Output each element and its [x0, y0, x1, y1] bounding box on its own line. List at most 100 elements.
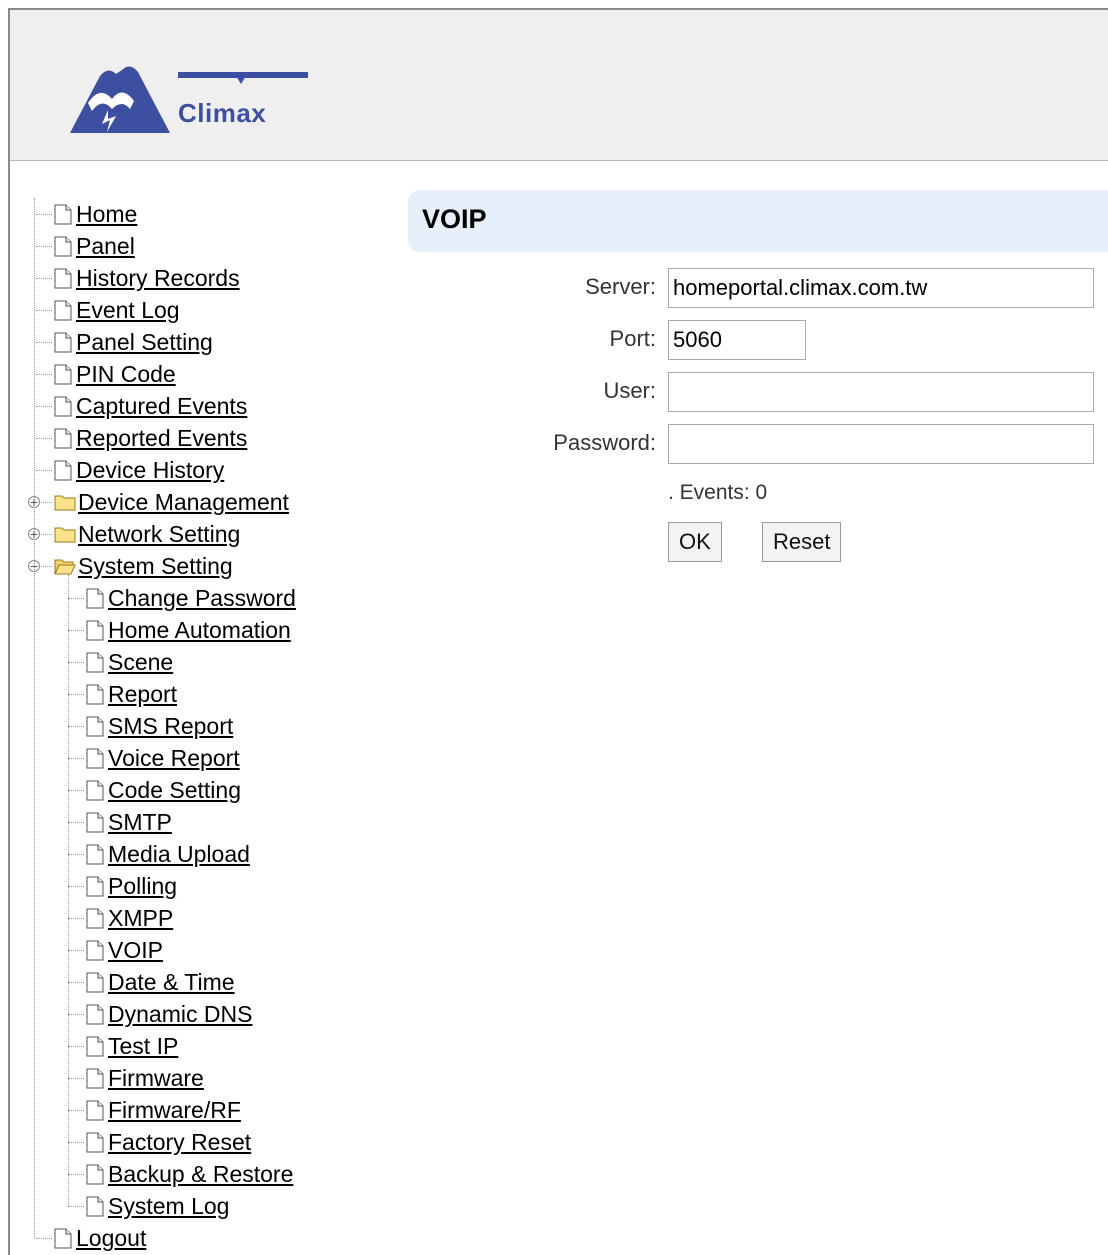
- nav-link[interactable]: PIN Code: [76, 360, 176, 388]
- page-icon: [54, 396, 72, 416]
- tree-connector: [36, 310, 52, 311]
- nav-link[interactable]: Firmware/RF: [108, 1096, 241, 1124]
- nav-item-media-upload[interactable]: Media Upload: [86, 838, 250, 870]
- nav-item-device-history[interactable]: Device History: [54, 454, 224, 486]
- nav-link[interactable]: Date & Time: [108, 968, 235, 996]
- tree-connector: [36, 374, 52, 375]
- tree-connector: [68, 950, 84, 951]
- nav-item-test-ip[interactable]: Test IP: [86, 1030, 178, 1062]
- nav-link[interactable]: Media Upload: [108, 840, 250, 868]
- nav-link[interactable]: System Setting: [78, 552, 233, 580]
- nav-link[interactable]: Dynamic DNS: [108, 1000, 252, 1028]
- nav-item-reported-events[interactable]: Reported Events: [54, 422, 247, 454]
- nav-link[interactable]: Home: [76, 200, 137, 228]
- page-icon: [54, 364, 72, 384]
- nav-link[interactable]: Panel: [76, 232, 135, 260]
- nav-item-home[interactable]: Home: [54, 198, 137, 230]
- tree-connector: [68, 918, 84, 919]
- nav-item-firmware-rf[interactable]: Firmware/RF: [86, 1094, 241, 1126]
- tree-connector: [36, 246, 52, 247]
- nav-link[interactable]: SMS Report: [108, 712, 233, 740]
- nav-item-voip[interactable]: VOIP: [86, 934, 163, 966]
- page-icon: [86, 844, 104, 864]
- nav-link[interactable]: Change Password: [108, 584, 296, 612]
- nav-item-dynamic-dns[interactable]: Dynamic DNS: [86, 998, 252, 1030]
- nav-folder-device-management[interactable]: Device Management: [54, 486, 289, 518]
- nav-link[interactable]: Device History: [76, 456, 224, 484]
- nav-item-factory-reset[interactable]: Factory Reset: [86, 1126, 251, 1158]
- nav-item-report[interactable]: Report: [86, 678, 177, 710]
- nav-link[interactable]: VOIP: [108, 936, 163, 964]
- nav-item-scene[interactable]: Scene: [86, 646, 173, 678]
- nav-link[interactable]: XMPP: [108, 904, 173, 932]
- page-icon: [86, 748, 104, 768]
- nav-link[interactable]: System Log: [108, 1192, 229, 1220]
- tree-connector: [68, 630, 84, 631]
- nav-item-change-password[interactable]: Change Password: [86, 582, 296, 614]
- nav-link[interactable]: Polling: [108, 872, 177, 900]
- tree-connector: [68, 1078, 84, 1079]
- nav-link[interactable]: Factory Reset: [108, 1128, 251, 1156]
- nav-item-logout[interactable]: Logout: [54, 1222, 146, 1254]
- nav-item-history-records[interactable]: History Records: [54, 262, 240, 294]
- page-icon: [54, 1228, 72, 1248]
- nav-link[interactable]: Firmware: [108, 1064, 204, 1092]
- nav-item-backup-restore[interactable]: Backup & Restore: [86, 1158, 293, 1190]
- nav-link[interactable]: Captured Events: [76, 392, 247, 420]
- nav-item-captured-events[interactable]: Captured Events: [54, 390, 247, 422]
- nav-link[interactable]: Report: [108, 680, 177, 708]
- nav-item-firmware[interactable]: Firmware: [86, 1062, 204, 1094]
- nav-link[interactable]: Logout: [76, 1224, 146, 1252]
- nav-link[interactable]: History Records: [76, 264, 240, 292]
- nav-item-code-setting[interactable]: Code Setting: [86, 774, 241, 806]
- page-icon: [86, 1068, 104, 1088]
- port-input[interactable]: [668, 320, 806, 360]
- user-label: User:: [603, 378, 656, 403]
- reset-button[interactable]: Reset: [762, 522, 842, 562]
- password-input[interactable]: [668, 424, 1094, 464]
- ok-button[interactable]: OK: [668, 522, 722, 562]
- nav-item-smtp[interactable]: SMTP: [86, 806, 172, 838]
- server-input[interactable]: [668, 268, 1094, 308]
- nav-link[interactable]: Voice Report: [108, 744, 240, 772]
- nav-item-sms-report[interactable]: SMS Report: [86, 710, 233, 742]
- nav-item-pin-code[interactable]: PIN Code: [54, 358, 176, 390]
- nav-link[interactable]: Code Setting: [108, 776, 241, 804]
- port-label: Port:: [609, 326, 656, 351]
- nav-link[interactable]: Test IP: [108, 1032, 178, 1060]
- tree-connector: [68, 854, 84, 855]
- tree-connector: [68, 1014, 84, 1015]
- nav-folder-network-setting[interactable]: Network Setting: [54, 518, 240, 550]
- tree-connector: [68, 726, 84, 727]
- nav-link[interactable]: Backup & Restore: [108, 1160, 293, 1188]
- page-icon: [54, 428, 72, 448]
- user-input[interactable]: [668, 372, 1094, 412]
- nav-item-system-log[interactable]: System Log: [86, 1190, 229, 1222]
- nav-folder-system-setting[interactable]: System Setting: [54, 550, 233, 582]
- tree-connector: [68, 598, 84, 599]
- page-icon: [86, 620, 104, 640]
- nav-item-date-time[interactable]: Date & Time: [86, 966, 235, 998]
- nav-item-home-automation[interactable]: Home Automation: [86, 614, 291, 646]
- nav-link[interactable]: Scene: [108, 648, 173, 676]
- nav-link[interactable]: SMTP: [108, 808, 172, 836]
- nav-item-xmpp[interactable]: XMPP: [86, 902, 173, 934]
- nav-item-panel[interactable]: Panel: [54, 230, 135, 262]
- page-title-bar: VOIP: [408, 190, 1108, 252]
- page-icon: [86, 940, 104, 960]
- tree-connector: [36, 278, 52, 279]
- nav-link[interactable]: Home Automation: [108, 616, 291, 644]
- nav-item-polling[interactable]: Polling: [86, 870, 177, 902]
- nav-item-voice-report[interactable]: Voice Report: [86, 742, 240, 774]
- page-icon: [86, 1196, 104, 1216]
- nav-link[interactable]: Network Setting: [78, 520, 240, 548]
- nav-link[interactable]: Event Log: [76, 296, 180, 324]
- nav-link[interactable]: Panel Setting: [76, 328, 213, 356]
- tree-guide: [34, 198, 35, 1238]
- nav-link[interactable]: Reported Events: [76, 424, 247, 452]
- tree-connector: [36, 1238, 52, 1239]
- nav-item-event-log[interactable]: Event Log: [54, 294, 180, 326]
- tree-connector: [68, 886, 84, 887]
- nav-link[interactable]: Device Management: [78, 488, 289, 516]
- nav-item-panel-setting[interactable]: Panel Setting: [54, 326, 213, 358]
